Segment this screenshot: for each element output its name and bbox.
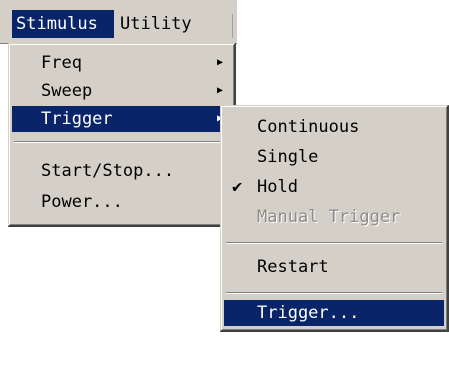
trigger-submenu: Continuous Single ✔ Hold Manual Trigger … (220, 105, 449, 332)
menu-item-label: Freq (41, 53, 82, 73)
menu-item-trigger[interactable]: Trigger ▶ (12, 106, 231, 132)
menu-item-label: Continuous (257, 117, 360, 137)
menu-utility[interactable]: Utility (116, 10, 234, 38)
menu-separator (226, 292, 442, 294)
menu-item-label: Trigger... (257, 303, 360, 323)
menu-separator (14, 141, 229, 143)
menu-item-start-stop[interactable]: Start/Stop... (12, 158, 231, 184)
submenu-arrow-icon: ▶ (216, 57, 223, 68)
menu-item-sweep[interactable]: Sweep ▶ (12, 78, 231, 104)
menu-item-continuous[interactable]: Continuous (224, 114, 444, 140)
menu-item-label: Manual Trigger (257, 207, 401, 227)
menu-item-freq[interactable]: Freq ▶ (12, 50, 231, 76)
menu-item-trigger-dialog[interactable]: Trigger... (224, 300, 444, 326)
menu-item-label: Sweep (41, 81, 93, 101)
stimulus-menu: Freq ▶ Sweep ▶ Trigger ▶ Start/Stop... P… (8, 43, 236, 227)
menu-item-label: Start/Stop... (41, 161, 175, 181)
menu-item-label: Single (257, 147, 319, 167)
menu-item-power[interactable]: Power... (12, 189, 231, 215)
submenu-arrow-icon: ▶ (216, 85, 223, 96)
menu-item-label: Trigger (41, 109, 113, 129)
menu-separator (226, 242, 442, 244)
menu-item-label: Restart (257, 257, 329, 277)
checkmark-icon: ✔ (232, 177, 243, 197)
menubar-separator (232, 14, 233, 38)
menu-stimulus[interactable]: Stimulus (12, 10, 114, 38)
menu-item-label: Power... (41, 192, 123, 212)
menu-item-manual-trigger: Manual Trigger (224, 204, 444, 230)
menu-item-hold[interactable]: ✔ Hold (224, 174, 444, 200)
menu-item-label: Hold (257, 177, 298, 197)
menu-bar: Stimulus Utility (0, 0, 237, 44)
menu-item-single[interactable]: Single (224, 144, 444, 170)
menu-item-restart[interactable]: Restart (224, 254, 444, 280)
